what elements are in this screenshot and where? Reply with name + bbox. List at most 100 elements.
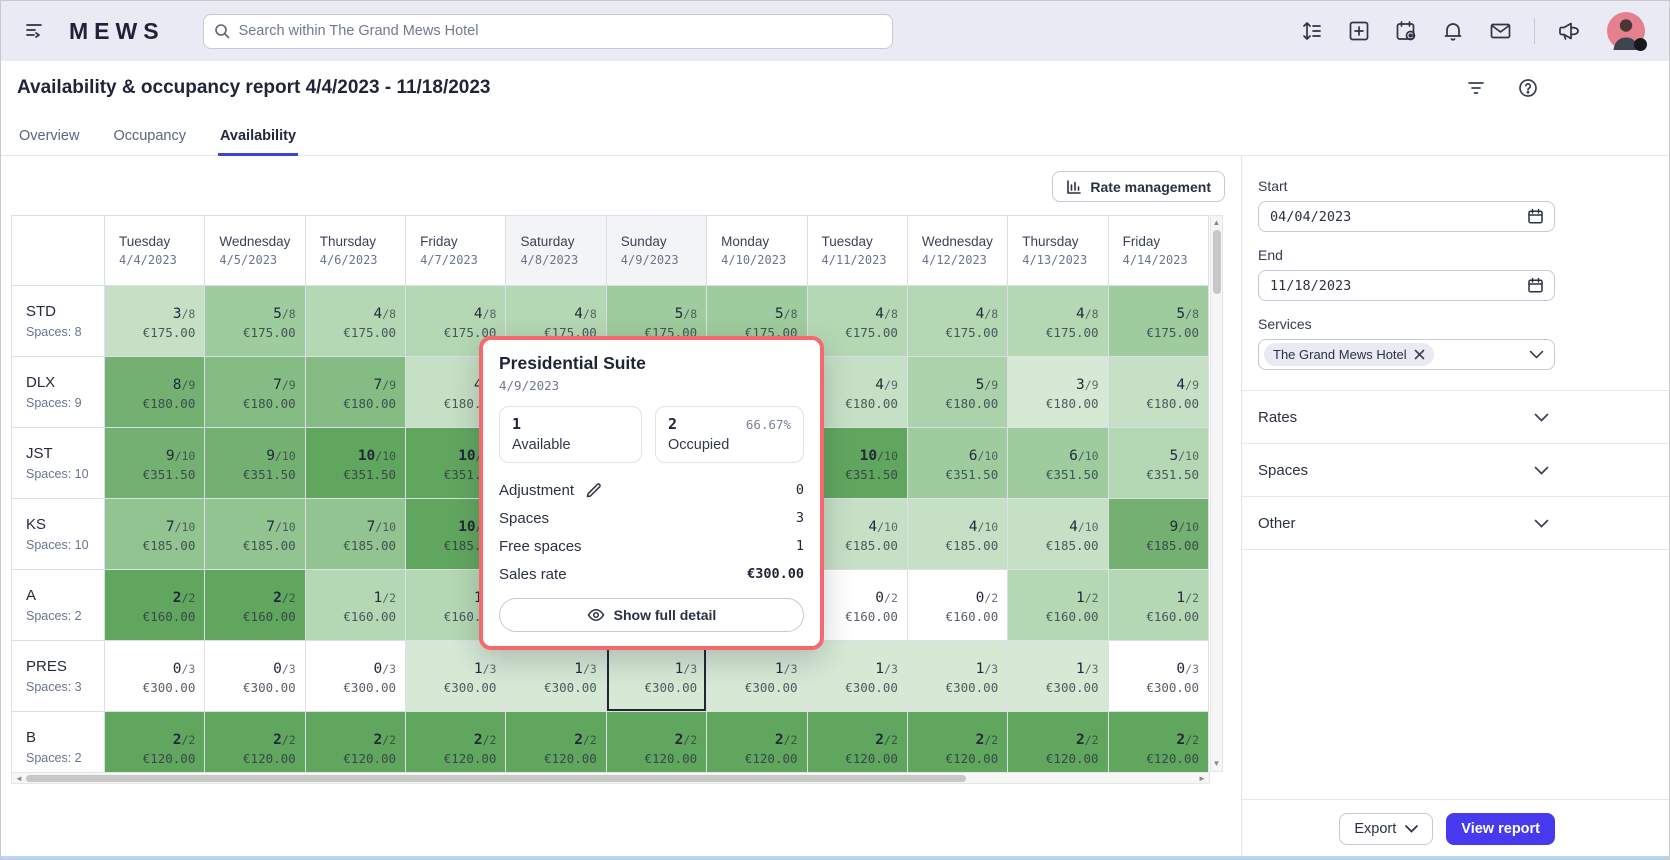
cell-B-4/7/2023[interactable]: 2/2 €120.00	[405, 711, 507, 772]
scroll-left-arrow[interactable]: ◄	[13, 773, 25, 784]
announcements-megaphone-icon[interactable]	[1556, 18, 1582, 44]
cell-B-4/9/2023[interactable]: 2/2 €120.00	[605, 711, 708, 772]
cell-PRES-4/10/2023[interactable]: 1/3 €300.00	[706, 640, 808, 712]
cell-STD-4/12/2023[interactable]: 4/8 €175.00	[906, 285, 1009, 357]
cell-B-4/12/2023[interactable]: 2/2 €120.00	[906, 711, 1009, 772]
messages-envelope-icon[interactable]	[1487, 18, 1513, 44]
cell-KS-4/4/2023[interactable]: 7/10 €185.00	[103, 498, 206, 570]
page-title: Availability & occupancy report 4/4/2023…	[17, 77, 491, 98]
cell-JST-4/6/2023[interactable]: 10/10 €351.50	[304, 427, 407, 499]
cell-A-4/4/2023[interactable]: 2/2 €160.00	[103, 569, 206, 641]
end-date-input[interactable]	[1258, 270, 1555, 301]
calendar-icon[interactable]	[1527, 208, 1544, 230]
cell-STD-4/6/2023[interactable]: 4/8 €175.00	[304, 285, 407, 357]
chip-remove-icon[interactable]	[1414, 349, 1425, 360]
scroll-down-arrow[interactable]: ▼	[1211, 758, 1222, 770]
cell-A-4/14/2023[interactable]: 1/2 €160.00	[1107, 569, 1210, 641]
menu-icon[interactable]	[21, 18, 47, 44]
cell-JST-4/12/2023[interactable]: 6/10 €351.50	[906, 427, 1009, 499]
tab-overview[interactable]: Overview	[17, 118, 81, 156]
cell-B-4/5/2023[interactable]: 2/2 €120.00	[204, 711, 306, 772]
sidebar-section-rates[interactable]: Rates	[1242, 391, 1669, 444]
cell-PRES-4/12/2023[interactable]: 1/3 €300.00	[906, 640, 1009, 712]
avatar[interactable]	[1607, 12, 1647, 51]
filters-sidebar: Start End Services The G	[1241, 156, 1669, 858]
cell-B-4/10/2023[interactable]: 2/2 €120.00	[706, 711, 808, 772]
edit-pencil-icon[interactable]	[585, 482, 602, 499]
cell-PRES-4/6/2023[interactable]: 0/3 €300.00	[304, 640, 407, 712]
help-icon[interactable]	[1515, 75, 1541, 101]
cell-STD-4/13/2023[interactable]: 4/8 €175.00	[1007, 285, 1109, 357]
cell-B-4/8/2023[interactable]: 2/2 €120.00	[505, 711, 607, 772]
cell-STD-4/4/2023[interactable]: 3/8 €175.00	[103, 285, 206, 357]
cell-DLX-4/4/2023[interactable]: 8/9 €180.00	[103, 356, 206, 428]
column-header-4/13/2023: Thursday 4/13/2023	[1007, 215, 1109, 286]
chevron-down-icon	[1534, 466, 1549, 475]
notifications-bell-icon[interactable]	[1440, 18, 1466, 44]
cell-A-4/5/2023[interactable]: 2/2 €160.00	[204, 569, 306, 641]
search-bar[interactable]	[202, 13, 893, 49]
vertical-scrollbar[interactable]: ▲ ▼	[1210, 215, 1223, 772]
filter-icon[interactable]	[1463, 75, 1489, 101]
horizontal-scroll-thumb[interactable]	[26, 774, 966, 782]
cell-PRES-4/8/2023[interactable]: 1/3 €300.00	[505, 640, 607, 712]
cell-PRES-4/5/2023[interactable]: 0/3 €300.00	[204, 640, 306, 712]
calendar-eye-icon[interactable]	[1393, 18, 1419, 44]
cell-PRES-4/9/2023[interactable]: 1/3 €300.00	[605, 640, 708, 712]
window-bottom-edge	[1, 856, 1669, 859]
sidebar-section-spaces[interactable]: Spaces	[1242, 444, 1669, 497]
cell-JST-4/13/2023[interactable]: 6/10 €351.50	[1007, 427, 1109, 499]
view-report-button[interactable]: View report	[1446, 813, 1555, 845]
cell-B-4/14/2023[interactable]: 2/2 €120.00	[1107, 711, 1210, 772]
cell-PRES-4/13/2023[interactable]: 1/3 €300.00	[1007, 640, 1109, 712]
cell-DLX-4/14/2023[interactable]: 4/9 €180.00	[1107, 356, 1210, 428]
cell-DLX-4/6/2023[interactable]: 7/9 €180.00	[304, 356, 407, 428]
calendar-icon[interactable]	[1527, 277, 1544, 299]
cell-PRES-4/4/2023[interactable]: 0/3 €300.00	[103, 640, 206, 712]
cell-A-4/6/2023[interactable]: 1/2 €160.00	[304, 569, 407, 641]
cell-JST-4/5/2023[interactable]: 9/10 €351.50	[204, 427, 306, 499]
cell-DLX-4/5/2023[interactable]: 7/9 €180.00	[204, 356, 306, 428]
cell-KS-4/12/2023[interactable]: 4/10 €185.00	[906, 498, 1009, 570]
cell-KS-4/14/2023[interactable]: 9/10 €185.00	[1107, 498, 1210, 570]
scroll-up-arrow[interactable]: ▲	[1211, 217, 1222, 229]
cell-PRES-4/14/2023[interactable]: 0/3 €300.00	[1107, 640, 1210, 712]
show-full-detail-button[interactable]: Show full detail	[499, 598, 804, 632]
cell-PRES-4/11/2023[interactable]: 1/3 €300.00	[806, 640, 908, 712]
cell-STD-4/14/2023[interactable]: 5/8 €175.00	[1107, 285, 1210, 357]
cell-A-4/13/2023[interactable]: 1/2 €160.00	[1007, 569, 1109, 641]
export-button[interactable]: Export	[1339, 813, 1434, 845]
service-chip: The Grand Mews Hotel	[1264, 343, 1434, 366]
rate-management-button[interactable]: Rate management	[1052, 171, 1225, 202]
available-label: Available	[512, 437, 571, 453]
cell-KS-4/13/2023[interactable]: 4/10 €185.00	[1007, 498, 1109, 570]
cell-PRES-4/7/2023[interactable]: 1/3 €300.00	[405, 640, 507, 712]
cell-KS-4/5/2023[interactable]: 7/10 €185.00	[204, 498, 306, 570]
row-header-KS: KS Spaces: 10	[11, 498, 105, 570]
search-input[interactable]	[238, 23, 882, 39]
vertical-scroll-thumb[interactable]	[1213, 230, 1221, 294]
cell-B-4/4/2023[interactable]: 2/2 €120.00	[103, 711, 206, 772]
sidebar-section-other[interactable]: Other	[1242, 497, 1669, 550]
services-select[interactable]: The Grand Mews Hotel	[1258, 339, 1555, 370]
cell-B-4/13/2023[interactable]: 2/2 €120.00	[1007, 711, 1109, 772]
cell-JST-4/14/2023[interactable]: 5/10 €351.50	[1107, 427, 1210, 499]
tab-occupancy[interactable]: Occupancy	[111, 118, 188, 156]
scroll-right-arrow[interactable]: ►	[1196, 773, 1208, 784]
start-date-input[interactable]	[1258, 201, 1555, 232]
activity-sort-icon[interactable]	[1299, 18, 1325, 44]
row-header-JST: JST Spaces: 10	[11, 427, 105, 499]
cell-DLX-4/12/2023[interactable]: 5/9 €180.00	[906, 356, 1009, 428]
horizontal-scrollbar[interactable]: ◄ ►	[11, 772, 1210, 784]
add-square-icon[interactable]	[1346, 18, 1372, 44]
tab-availability[interactable]: Availability	[217, 118, 299, 156]
cell-KS-4/6/2023[interactable]: 7/10 €185.00	[304, 498, 407, 570]
cell-STD-4/5/2023[interactable]: 5/8 €175.00	[204, 285, 306, 357]
cell-B-4/6/2023[interactable]: 2/2 €120.00	[304, 711, 407, 772]
cell-JST-4/4/2023[interactable]: 9/10 €351.50	[103, 427, 206, 499]
cell-B-4/11/2023[interactable]: 2/2 €120.00	[806, 711, 908, 772]
cell-DLX-4/13/2023[interactable]: 3/9 €180.00	[1007, 356, 1109, 428]
column-header-4/5/2023: Wednesday 4/5/2023	[204, 215, 306, 286]
cell-A-4/12/2023[interactable]: 0/2 €160.00	[906, 569, 1009, 641]
eye-icon	[587, 609, 605, 621]
